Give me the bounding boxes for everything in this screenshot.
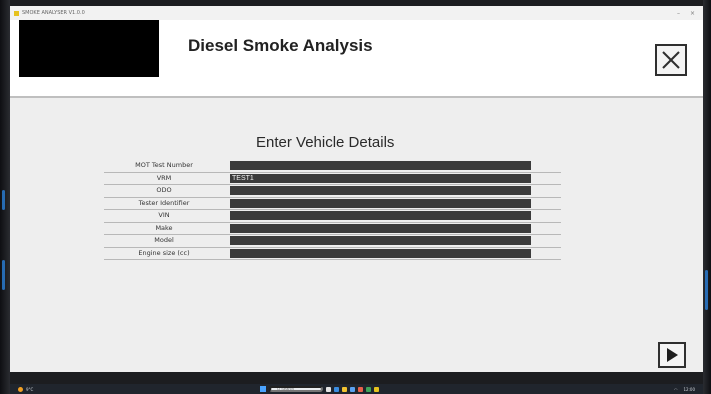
window-controls: – × xyxy=(677,10,695,17)
mot-test-number-input[interactable] xyxy=(230,161,531,170)
app-icon-red[interactable] xyxy=(358,386,363,392)
screen-glare xyxy=(705,270,708,310)
weather-widget[interactable]: 9°C xyxy=(18,386,34,392)
vin-input[interactable] xyxy=(230,211,531,220)
store-icon[interactable] xyxy=(350,386,355,392)
play-arrow-icon xyxy=(667,348,678,362)
screen-glare xyxy=(2,190,5,210)
field-label: Model xyxy=(154,236,174,244)
form-row-mot-test-number: MOT Test Number xyxy=(104,160,561,173)
minimize-button[interactable]: – xyxy=(677,10,680,17)
app-header: Diesel Smoke Analysis xyxy=(10,20,703,98)
field-label: ODO xyxy=(156,186,172,194)
engine-size-input[interactable] xyxy=(230,248,531,258)
window-titlebar[interactable]: SMOKE ANALYSER V1.0.0 – × xyxy=(10,6,703,21)
file-explorer-icon[interactable] xyxy=(342,386,347,392)
field-label: Tester Identifier xyxy=(138,198,190,207)
taskbar-search-input[interactable] xyxy=(269,386,323,392)
model-input[interactable] xyxy=(230,236,531,245)
monitor-bezel-right xyxy=(703,0,711,394)
section-title: Enter Vehicle Details xyxy=(256,134,395,151)
edge-icon[interactable] xyxy=(334,386,339,392)
odo-input[interactable] xyxy=(230,186,531,195)
wifi-icon[interactable]: ◠ xyxy=(674,387,678,392)
smoke-analyser-taskbar-icon[interactable] xyxy=(374,386,379,392)
vrm-input[interactable] xyxy=(230,173,531,183)
close-button[interactable] xyxy=(655,44,687,76)
logo xyxy=(19,20,159,77)
form-row-odo: ODO xyxy=(104,185,561,198)
tester-identifier-input[interactable] xyxy=(230,198,531,208)
vehicle-details-form: MOT Test Number VRM ODO Tester Identifie… xyxy=(104,160,561,260)
field-label: VIN xyxy=(158,211,170,219)
window-close-button[interactable]: × xyxy=(690,10,695,17)
form-row-make: Make xyxy=(104,223,561,235)
task-view-icon[interactable] xyxy=(326,386,331,392)
screen-glare xyxy=(2,260,5,290)
clock[interactable]: 12:00 xyxy=(683,387,695,392)
form-row-model: Model xyxy=(104,235,561,248)
field-label: MOT Test Number xyxy=(135,161,193,169)
taskbar-apps xyxy=(260,386,379,392)
window-title: SMOKE ANALYSER V1.0.0 xyxy=(22,10,85,16)
main-content: Enter Vehicle Details MOT Test Number VR… xyxy=(10,98,703,372)
close-icon xyxy=(662,51,680,69)
windows-start-icon[interactable] xyxy=(260,386,266,392)
system-tray: ◠ 12:00 xyxy=(674,387,695,392)
form-row-vrm: VRM xyxy=(104,173,561,185)
next-button[interactable] xyxy=(658,342,686,368)
form-row-engine-size: Engine size (cc) xyxy=(104,248,561,260)
field-label: VRM xyxy=(156,173,172,182)
os-taskbar: 9°C ◠ 12:00 xyxy=(10,384,703,394)
sun-icon xyxy=(18,386,23,392)
app-icon xyxy=(14,10,19,16)
app-icon-green[interactable] xyxy=(366,386,371,392)
page-title: Diesel Smoke Analysis xyxy=(188,36,373,55)
form-row-tester-identifier: Tester Identifier xyxy=(104,198,561,210)
form-row-vin: VIN xyxy=(104,210,561,223)
make-input[interactable] xyxy=(230,223,531,233)
field-label: Engine size (cc) xyxy=(138,248,190,257)
weather-temp: 9°C xyxy=(26,386,34,392)
field-label: Make xyxy=(155,223,173,232)
